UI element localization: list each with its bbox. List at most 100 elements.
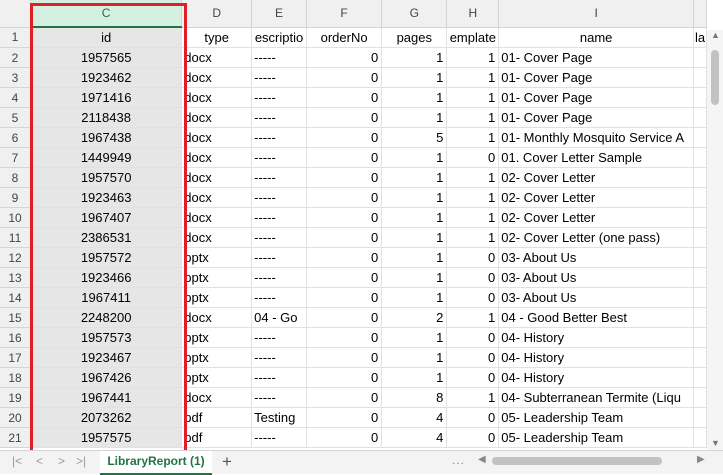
cell-type[interactable]: docx (181, 167, 253, 188)
cell-pages[interactable]: 1 (381, 147, 448, 168)
cell-name[interactable]: 05- Leadership Team (498, 407, 694, 428)
cell-template[interactable]: 1 (446, 67, 500, 88)
cell-order[interactable]: 0 (306, 187, 383, 208)
cell-empty[interactable] (693, 147, 707, 168)
cell-order[interactable]: 0 (306, 367, 383, 388)
cell-pages[interactable]: 1 (381, 187, 448, 208)
cell-id[interactable]: 1967407 (30, 207, 183, 228)
cell-empty[interactable] (693, 327, 707, 348)
cell-id[interactable]: 2073262 (30, 407, 183, 428)
horizontal-scrollbar[interactable] (492, 457, 692, 467)
cell-id[interactable]: 1971416 (30, 87, 183, 108)
cell-type[interactable]: pptx (181, 287, 253, 308)
cell-empty[interactable] (693, 287, 707, 308)
header-cell[interactable]: type (181, 27, 253, 48)
cell-pages[interactable]: 1 (381, 327, 448, 348)
row-header[interactable]: 10 (0, 207, 32, 228)
cell-name[interactable]: 03- About Us (498, 287, 694, 308)
cell-pages[interactable]: 1 (381, 167, 448, 188)
sheet-tab-libraryreport[interactable]: LibraryReport (1) (100, 451, 212, 475)
cell-type[interactable]: pptx (181, 247, 253, 268)
cell-desc[interactable]: ----- (251, 387, 307, 408)
row-header[interactable]: 15 (0, 307, 32, 328)
cell-id[interactable]: 2248200 (30, 307, 183, 328)
row-header[interactable]: 8 (0, 167, 32, 188)
prev-sheet-icon[interactable]: < (36, 454, 43, 468)
cell-id[interactable]: 1967411 (30, 287, 183, 308)
row-header[interactable]: 1 (0, 27, 32, 48)
row-header[interactable]: 21 (0, 427, 32, 448)
cell-template[interactable]: 0 (446, 327, 500, 348)
cell-id[interactable]: 1957570 (30, 167, 183, 188)
cell-pages[interactable]: 5 (381, 127, 448, 148)
cell-name[interactable]: 02- Cover Letter (498, 167, 694, 188)
cell-pages[interactable]: 1 (381, 227, 448, 248)
scroll-right-icon[interactable]: ▶ (697, 454, 705, 465)
header-cell[interactable]: name (498, 27, 694, 48)
row-header[interactable]: 5 (0, 107, 32, 128)
cell-desc[interactable]: ----- (251, 87, 307, 108)
cell-desc[interactable]: ----- (251, 147, 307, 168)
cell-name[interactable]: 04- History (498, 347, 694, 368)
cell-template[interactable]: 0 (446, 367, 500, 388)
cell-id[interactable]: 1923466 (30, 267, 183, 288)
cell-order[interactable]: 0 (306, 67, 383, 88)
cell-empty[interactable] (693, 167, 707, 188)
cell-id[interactable]: 2118438 (30, 107, 183, 128)
cell-pages[interactable]: 1 (381, 207, 448, 228)
cell-type[interactable]: docx (181, 307, 253, 328)
cell-name[interactable]: 04- History (498, 327, 694, 348)
scroll-up-icon[interactable]: ▲ (711, 30, 720, 40)
cell-order[interactable]: 0 (306, 127, 383, 148)
horizontal-scroll-thumb[interactable] (492, 457, 662, 465)
cell-type[interactable]: pptx (181, 267, 253, 288)
cell-order[interactable]: 0 (306, 47, 383, 68)
cell-empty[interactable] (693, 427, 707, 448)
cell-name[interactable]: 01. Cover Letter Sample (498, 147, 694, 168)
row-header[interactable]: 2 (0, 47, 32, 68)
cell-desc[interactable]: ----- (251, 327, 307, 348)
cell-id[interactable]: 1449949 (30, 147, 183, 168)
cell-order[interactable]: 0 (306, 387, 383, 408)
cell-name[interactable]: 03- About Us (498, 247, 694, 268)
cell-desc[interactable]: 04 - Go (251, 307, 307, 328)
cell-pages[interactable]: 1 (381, 47, 448, 68)
cell-order[interactable]: 0 (306, 407, 383, 428)
cell-empty[interactable] (693, 407, 707, 428)
cell-order[interactable]: 0 (306, 247, 383, 268)
row-header[interactable]: 6 (0, 127, 32, 148)
cell-order[interactable]: 0 (306, 267, 383, 288)
row-header[interactable]: 14 (0, 287, 32, 308)
cell-id[interactable]: 2386531 (30, 227, 183, 248)
cell-pages[interactable]: 4 (381, 427, 448, 448)
column-header[interactable]: I (498, 0, 694, 28)
cell-empty[interactable] (693, 387, 707, 408)
cell-name[interactable]: 04- Subterranean Termite (Liqu (498, 387, 694, 408)
cell-desc[interactable]: ----- (251, 247, 307, 268)
last-sheet-icon[interactable]: >| (76, 454, 86, 468)
first-sheet-icon[interactable]: |< (12, 454, 22, 468)
cell-empty[interactable] (693, 187, 707, 208)
cell-name[interactable]: 03- About Us (498, 267, 694, 288)
vertical-scrollbar[interactable]: ▲ ▼ (707, 30, 723, 450)
cell-desc[interactable]: ----- (251, 367, 307, 388)
column-header[interactable]: H (446, 0, 500, 28)
cell-template[interactable]: 1 (446, 227, 500, 248)
cell-order[interactable]: 0 (306, 347, 383, 368)
row-header[interactable]: 20 (0, 407, 32, 428)
cell-pages[interactable]: 8 (381, 387, 448, 408)
cell-name[interactable]: 01- Cover Page (498, 87, 694, 108)
cell-type[interactable]: pptx (181, 347, 253, 368)
cell-id[interactable]: 1957575 (30, 427, 183, 448)
cell-desc[interactable]: ----- (251, 127, 307, 148)
cell-template[interactable]: 1 (446, 387, 500, 408)
cell-template[interactable]: 1 (446, 167, 500, 188)
cell-desc[interactable]: ----- (251, 167, 307, 188)
cell-template[interactable]: 0 (446, 427, 500, 448)
cell-pages[interactable]: 1 (381, 267, 448, 288)
cell-id[interactable]: 1967438 (30, 127, 183, 148)
cell-type[interactable]: docx (181, 147, 253, 168)
cell-template[interactable]: 0 (446, 267, 500, 288)
cell-type[interactable]: docx (181, 67, 253, 88)
cell-name[interactable]: 01- Cover Page (498, 47, 694, 68)
